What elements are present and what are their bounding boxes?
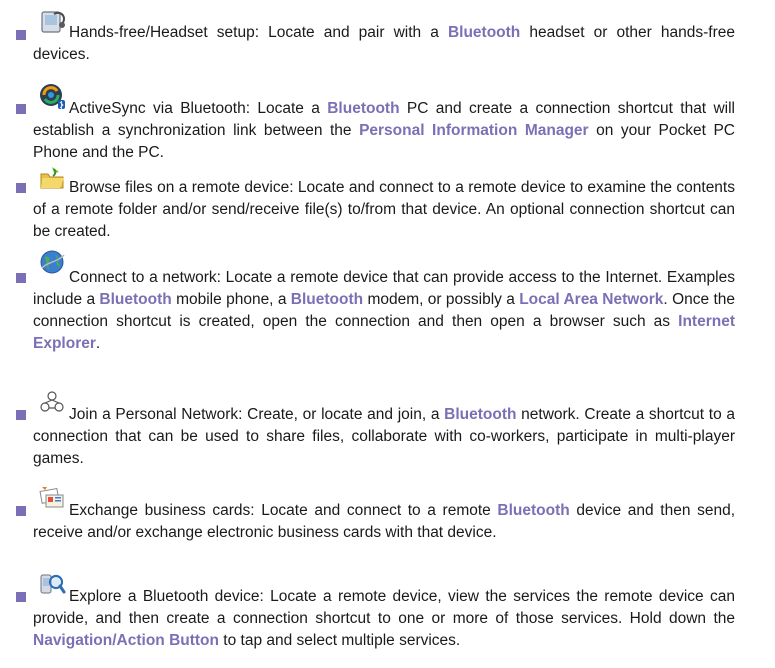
bullet — [16, 506, 26, 516]
item-text: Explore a Bluetooth device: Locate a rem… — [33, 588, 735, 649]
item-text: Connect to a network: Locate a remote de… — [33, 269, 735, 352]
bullet — [16, 183, 26, 193]
item-text: Browse files on a remote device: Locate … — [33, 179, 735, 240]
bullet — [16, 273, 26, 283]
bullet — [16, 30, 26, 40]
bullet — [16, 592, 26, 602]
bullet — [16, 104, 26, 114]
item-text: Exchange business cards: Locate and conn… — [33, 502, 735, 541]
item-text: Hands-free/Headset setup: Locate and pai… — [33, 24, 735, 63]
item-text: ActiveSync via Bluetooth: Locate a Bluet… — [33, 100, 735, 161]
bullet — [16, 410, 26, 420]
item-text: Join a Personal Network: Create, or loca… — [33, 406, 735, 467]
